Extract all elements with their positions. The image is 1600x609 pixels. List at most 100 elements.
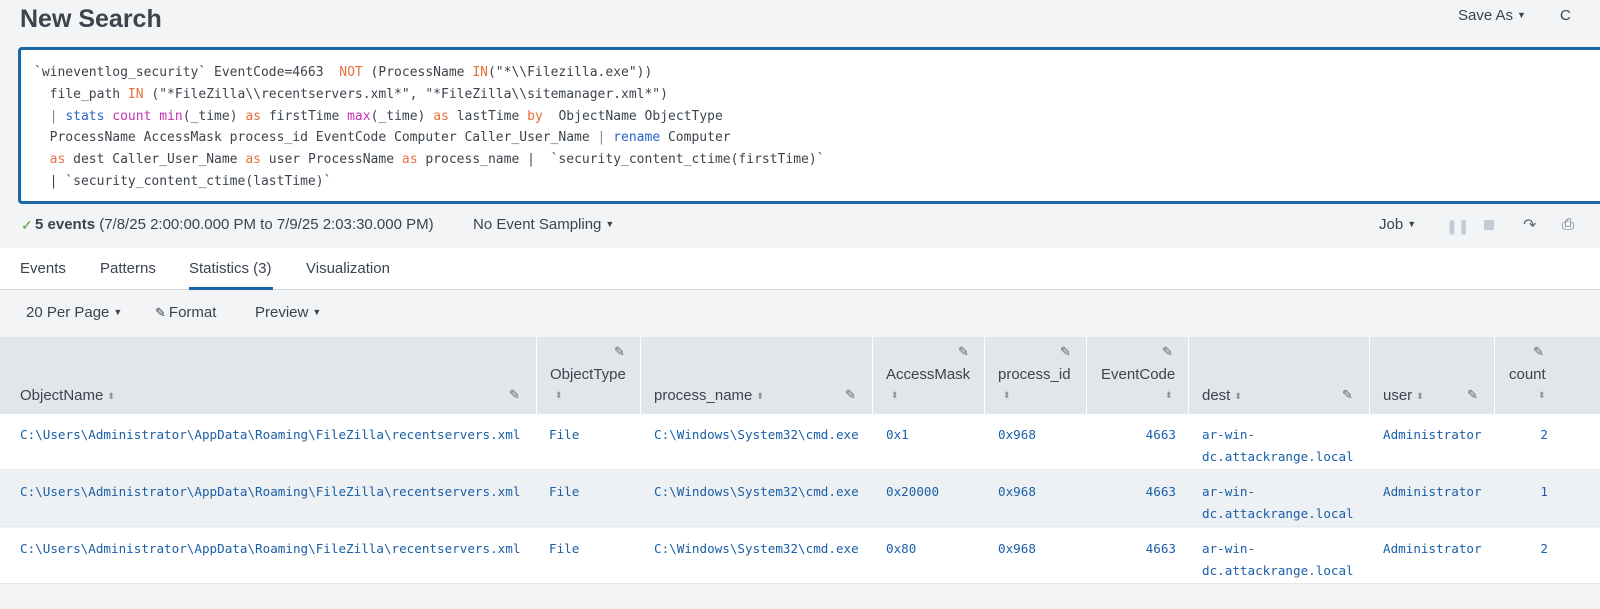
spl-line: ProcessName AccessMask process_id EventC…	[34, 127, 825, 149]
dest-cell[interactable]: ar-win-dc.attackrange.local	[1202, 538, 1354, 581]
table-cell[interactable]: C:\Users\Administrator\AppData\Roaming\F…	[20, 481, 520, 503]
per-page-dropdown[interactable]: 20 Per Page ▼	[26, 304, 122, 321]
sort-icon[interactable]: ⬍	[1003, 390, 1011, 401]
table-cell[interactable]: 4663	[1146, 481, 1176, 503]
stop-icon[interactable]	[1484, 220, 1494, 230]
spl-token: min	[159, 108, 183, 124]
table-cell[interactable]: C:\Windows\System32\cmd.exe	[654, 424, 859, 446]
sort-icon[interactable]: ⬍	[1416, 391, 1424, 401]
table-cell[interactable]: C:\Windows\System32\cmd.exe	[654, 538, 859, 560]
table-cell[interactable]: Administrator	[1383, 481, 1482, 503]
event-sampling-dropdown[interactable]: No Event Sampling ▼	[473, 216, 614, 233]
column-label: ObjectName	[20, 387, 104, 404]
spl-line: as dest Caller_User_Name as user Process…	[34, 149, 825, 171]
column-header-accessmask[interactable]: ✎ AccessMask ⬍	[873, 337, 985, 414]
table-cell[interactable]: 2	[1540, 424, 1548, 446]
time-range-text: (7/8/25 2:00:00.000 PM to 7/9/25 2:03:30…	[95, 216, 434, 233]
column-header-process-name[interactable]: process_name ⬍ ✎	[641, 337, 873, 414]
pencil-icon[interactable]: ✎	[1533, 344, 1544, 360]
table-row[interactable]: C:\Users\Administrator\AppData\Roaming\F…	[0, 528, 1600, 584]
pencil-icon[interactable]: ✎	[509, 387, 520, 403]
spl-token: ProcessName AccessMask process_id EventC…	[34, 130, 598, 146]
share-icon[interactable]: ↷	[1523, 215, 1536, 235]
tab-statistics[interactable]: Statistics (3)	[189, 260, 273, 290]
table-cell[interactable]: C:\Users\Administrator\AppData\Roaming\F…	[20, 424, 520, 446]
tab-patterns[interactable]: Patterns	[100, 260, 156, 290]
result-tabs: Events Patterns Statistics (3) Visualiza…	[0, 248, 1600, 290]
table-cell[interactable]: Administrator	[1383, 424, 1482, 446]
table-cell[interactable]: 4663	[1146, 424, 1176, 446]
table-cell[interactable]: 4663	[1146, 538, 1176, 560]
sort-icon[interactable]: ⬍	[107, 391, 115, 401]
spl-token: (ProcessName	[362, 65, 473, 80]
pencil-icon[interactable]: ✎	[958, 344, 969, 360]
tab-visualization[interactable]: Visualization	[306, 260, 390, 290]
spl-token: | `security_content_ctime(lastTime)`	[34, 173, 332, 189]
table-cell[interactable]: 0x968	[998, 424, 1036, 446]
table-cell[interactable]: File	[549, 481, 579, 503]
table-cell[interactable]: File	[549, 424, 579, 446]
column-header-process-id[interactable]: ✎ process_id ⬍	[985, 337, 1087, 414]
column-label: EventCode	[1101, 366, 1176, 383]
save-as-button[interactable]: Save As ▼	[1458, 7, 1526, 24]
sort-icon[interactable]: ⬍	[891, 390, 899, 401]
pencil-icon[interactable]: ✎	[1467, 387, 1478, 403]
table-cell[interactable]: Administrator	[1383, 538, 1482, 560]
sort-icon[interactable]: ⬍	[1234, 391, 1242, 401]
event-count: 5 events	[35, 216, 96, 233]
pencil-icon[interactable]: ✎	[1342, 387, 1353, 403]
sort-icon[interactable]: ⬍	[1165, 390, 1173, 401]
event-sampling-label: No Event Sampling	[473, 216, 602, 233]
table-row[interactable]: C:\Users\Administrator\AppData\Roaming\F…	[0, 414, 1600, 470]
sort-icon[interactable]: ⬍	[756, 391, 764, 401]
table-cell[interactable]: 0x968	[998, 538, 1036, 560]
dest-cell[interactable]: ar-win-dc.attackrange.local	[1202, 481, 1354, 524]
spl-line: file_path IN ("*FileZilla\\recentservers…	[34, 84, 825, 106]
sort-icon[interactable]: ⬍	[1538, 390, 1546, 401]
column-header-count[interactable]: ✎ count ⬍	[1495, 337, 1600, 414]
column-header-user[interactable]: user ⬍ ✎	[1370, 337, 1495, 414]
caret-down-icon: ▼	[113, 307, 123, 317]
pencil-icon[interactable]: ✎	[1162, 344, 1173, 360]
table-cell[interactable]: 0x80	[886, 538, 916, 560]
print-icon[interactable]: ⎙	[1562, 216, 1574, 233]
spl-token: `wineventlog_security` EventCode=4663	[34, 65, 340, 80]
spl-query-text[interactable]: `wineventlog_security` EventCode=4663 NO…	[34, 62, 825, 193]
column-label: process_id	[998, 366, 1071, 383]
spl-token: as	[49, 152, 66, 168]
spl-token: ("*\\Filezilla.exe"))	[487, 65, 653, 80]
spl-token: lastTime	[448, 108, 528, 124]
column-header-eventcode[interactable]: ✎ EventCode ⬍	[1087, 337, 1189, 414]
column-header-objecttype[interactable]: ✎ ObjectType ⬍	[537, 337, 641, 414]
spl-token: IN	[472, 65, 488, 80]
close-button[interactable]: C	[1560, 7, 1571, 24]
table-cell[interactable]: 0x1	[886, 424, 909, 446]
column-header-dest[interactable]: dest ⬍ ✎	[1189, 337, 1370, 414]
table-row[interactable]: C:\Users\Administrator\AppData\Roaming\F…	[0, 471, 1600, 527]
preview-dropdown[interactable]: Preview ▼	[255, 304, 321, 321]
pencil-icon[interactable]: ✎	[845, 387, 856, 403]
job-menu[interactable]: Job ▼	[1379, 216, 1416, 233]
sort-icon[interactable]: ⬍	[555, 390, 563, 401]
table-cell[interactable]: C:\Windows\System32\cmd.exe	[654, 481, 859, 503]
table-cell[interactable]: C:\Users\Administrator\AppData\Roaming\F…	[20, 538, 520, 560]
dest-line: ar-win-	[1202, 541, 1256, 556]
format-button[interactable]: ✎ Format	[155, 304, 216, 321]
pencil-icon[interactable]: ✎	[1060, 344, 1071, 360]
table-cell[interactable]: 2	[1540, 538, 1548, 560]
search-status-bar: ✓ 5 events (7/8/25 2:00:00.000 PM to 7/9…	[0, 208, 1600, 244]
column-label: dest	[1202, 387, 1231, 404]
spl-token: Computer	[660, 130, 731, 146]
column-header-objectname[interactable]: ObjectName ⬍ ✎	[0, 337, 537, 414]
table-cell[interactable]: 0x20000	[886, 481, 939, 503]
table-cell[interactable]: 1	[1540, 481, 1548, 503]
table-cell[interactable]: File	[549, 538, 579, 560]
dest-cell[interactable]: ar-win-dc.attackrange.local	[1202, 424, 1354, 467]
column-label: AccessMask	[886, 366, 971, 383]
search-query-editor[interactable]: `wineventlog_security` EventCode=4663 NO…	[18, 47, 1600, 204]
tab-events[interactable]: Events	[20, 260, 66, 290]
pause-icon[interactable]: ❚❚	[1446, 218, 1469, 235]
pencil-icon[interactable]: ✎	[614, 344, 625, 360]
dest-line: dc.attackrange.local	[1202, 562, 1354, 578]
table-cell[interactable]: 0x968	[998, 481, 1036, 503]
